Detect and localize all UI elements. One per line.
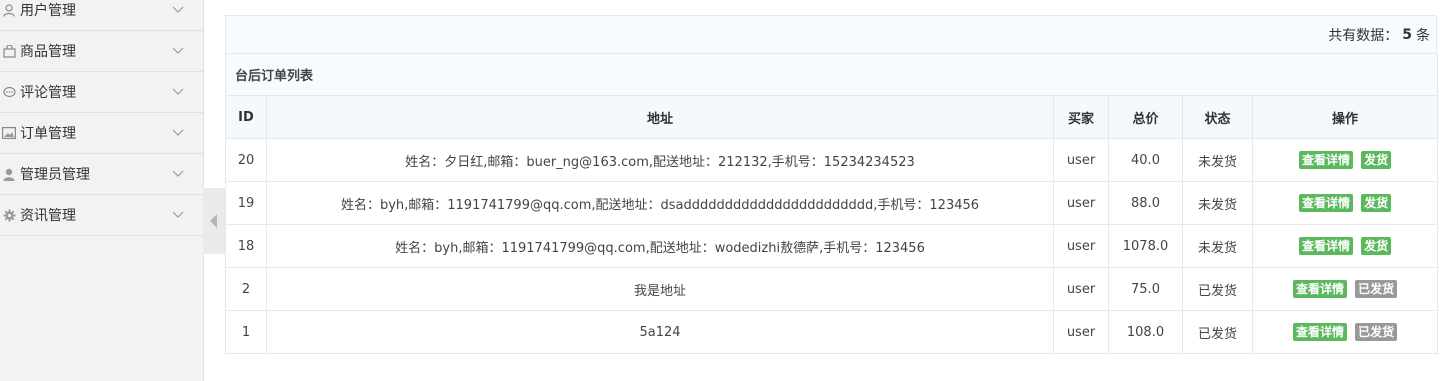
cell-actions: 查看详情 发货 bbox=[1251, 224, 1439, 268]
header-status: 状态 bbox=[1182, 95, 1253, 139]
cell-actions: 查看详情 发货 bbox=[1251, 181, 1439, 225]
ship-button[interactable]: 发货 bbox=[1361, 151, 1392, 169]
table-caption: 台后订单列表 bbox=[224, 54, 1439, 96]
chevron-down-icon bbox=[172, 170, 184, 177]
shipped-button[interactable]: 已发货 bbox=[1355, 280, 1398, 298]
cell-actions: 查看详情 发货 bbox=[1251, 138, 1439, 182]
ship-button[interactable]: 发货 bbox=[1361, 194, 1392, 212]
sidebar-item-label: 用户管理 bbox=[20, 3, 76, 19]
cell-id: 19 bbox=[225, 181, 267, 225]
table-row: 19 姓名：byh,邮箱：1191741799@qq.com,配送地址：dsad… bbox=[225, 181, 1439, 225]
cell-status: 已发货 bbox=[1182, 267, 1253, 311]
view-details-button[interactable]: 查看详情 bbox=[1298, 237, 1353, 255]
header-address: 地址 bbox=[266, 95, 1054, 139]
view-details-button[interactable]: 查看详情 bbox=[1292, 280, 1347, 298]
sidebar-item-comments[interactable]: 评论管理 bbox=[0, 72, 203, 113]
sidebar-item-label: 资讯管理 bbox=[20, 208, 76, 224]
cell-address: 姓名：byh,邮箱：1191741799@qq.com,配送地址：dsadddd… bbox=[266, 181, 1054, 225]
chevron-down-icon bbox=[172, 211, 184, 218]
cell-actions: 查看详情 已发货 bbox=[1251, 310, 1439, 354]
ship-button[interactable]: 发货 bbox=[1361, 237, 1392, 255]
cell-buyer: user bbox=[1053, 181, 1109, 225]
bag-icon bbox=[2, 44, 16, 58]
cell-total: 40.0 bbox=[1108, 138, 1183, 182]
cell-status: 未发货 bbox=[1182, 138, 1253, 182]
sidebar-item-label: 评论管理 bbox=[20, 85, 76, 101]
sidebar-item-label: 商品管理 bbox=[20, 44, 76, 60]
table-row: 18 姓名：byh,邮箱：1191741799@qq.com,配送地址：wode… bbox=[225, 224, 1439, 268]
gear-icon bbox=[2, 208, 16, 222]
cell-address: 5a124 bbox=[266, 310, 1054, 354]
count-suffix: 条 bbox=[1416, 27, 1430, 44]
main-content: 共有数据： 5 条 台后订单列表 ID 地址 买家 总价 状态 操作 20 姓名… bbox=[224, 15, 1439, 354]
chevron-down-icon bbox=[172, 129, 184, 136]
shipped-button[interactable]: 已发货 bbox=[1355, 323, 1398, 341]
cell-address: 姓名：byh,邮箱：1191741799@qq.com,配送地址：wodediz… bbox=[266, 224, 1054, 268]
cell-address: 我是地址 bbox=[266, 267, 1054, 311]
view-details-button[interactable]: 查看详情 bbox=[1298, 194, 1353, 212]
cell-buyer: user bbox=[1053, 138, 1109, 182]
cell-id: 20 bbox=[225, 138, 267, 182]
view-details-button[interactable]: 查看详情 bbox=[1292, 323, 1347, 341]
cell-id: 2 bbox=[225, 267, 267, 311]
sidebar-item-admins[interactable]: 管理员管理 bbox=[0, 154, 203, 195]
chevron-down-icon bbox=[172, 6, 184, 13]
table-row: 1 5a124 user 108.0 已发货 查看详情 已发货 bbox=[225, 310, 1439, 354]
chevron-down-icon bbox=[172, 47, 184, 54]
count-prefix: 共有数据： bbox=[1328, 27, 1399, 44]
cell-id: 18 bbox=[225, 224, 267, 268]
user-icon bbox=[2, 3, 16, 17]
table-row: 2 我是地址 user 75.0 已发货 查看详情 已发货 bbox=[225, 267, 1439, 311]
cell-buyer: user bbox=[1053, 267, 1109, 311]
admin-icon bbox=[2, 167, 16, 181]
header-buyer: 买家 bbox=[1053, 95, 1109, 139]
cell-total: 108.0 bbox=[1108, 310, 1183, 354]
header-total: 总价 bbox=[1108, 95, 1183, 139]
sidebar-item-products[interactable]: 商品管理 bbox=[0, 31, 203, 72]
sidebar-item-label: 管理员管理 bbox=[20, 167, 90, 183]
sidebar-item-label: 订单管理 bbox=[20, 126, 76, 142]
sidebar-item-news[interactable]: 资讯管理 bbox=[0, 195, 203, 236]
cell-total: 88.0 bbox=[1108, 181, 1183, 225]
cell-total: 1078.0 bbox=[1108, 224, 1183, 268]
sidebar-item-orders[interactable]: 订单管理 bbox=[0, 113, 203, 154]
orders-table: 台后订单列表 ID 地址 买家 总价 状态 操作 20 姓名：夕日红,邮箱：bu… bbox=[224, 54, 1439, 354]
sidebar: 用户管理 商品管理 评论管理 订单管理 管理员管理 资讯管理 bbox=[0, 0, 204, 381]
view-details-button[interactable]: 查看详情 bbox=[1298, 151, 1353, 169]
cell-total: 75.0 bbox=[1108, 267, 1183, 311]
sidebar-item-users[interactable]: 用户管理 bbox=[0, 0, 203, 31]
comment-icon bbox=[2, 85, 16, 99]
table-row: 20 姓名：夕日红,邮箱：buer_ng@163.com,配送地址：212132… bbox=[225, 138, 1439, 182]
cell-address: 姓名：夕日红,邮箱：buer_ng@163.com,配送地址：212132,手机… bbox=[266, 138, 1054, 182]
sidebar-collapse-toggle[interactable] bbox=[203, 188, 225, 254]
header-id: ID bbox=[225, 95, 267, 139]
cell-id: 1 bbox=[225, 310, 267, 354]
count-value: 5 bbox=[1402, 26, 1412, 43]
cell-buyer: user bbox=[1053, 310, 1109, 354]
data-count-bar: 共有数据： 5 条 bbox=[225, 15, 1437, 54]
image-icon bbox=[2, 126, 16, 140]
header-actions: 操作 bbox=[1251, 95, 1439, 139]
cell-buyer: user bbox=[1053, 224, 1109, 268]
caret-left-icon bbox=[210, 214, 217, 228]
table-header-row: ID 地址 买家 总价 状态 操作 bbox=[225, 95, 1439, 139]
cell-actions: 查看详情 已发货 bbox=[1251, 267, 1439, 311]
chevron-down-icon bbox=[172, 88, 184, 95]
cell-status: 未发货 bbox=[1182, 224, 1253, 268]
cell-status: 已发货 bbox=[1182, 310, 1253, 354]
cell-status: 未发货 bbox=[1182, 181, 1253, 225]
